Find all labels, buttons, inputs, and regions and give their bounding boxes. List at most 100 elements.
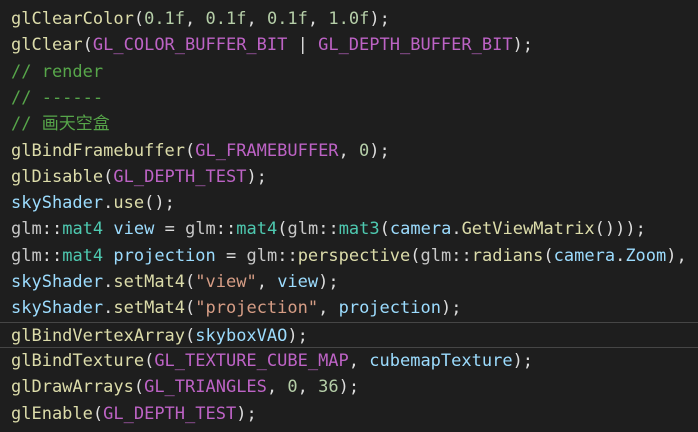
code-token: ); (512, 35, 534, 56)
code-token: (); (144, 193, 175, 214)
code-token: glm (185, 219, 216, 240)
code-token: ( (185, 298, 196, 319)
code-token: glClear (11, 35, 83, 56)
code-token: :: (41, 219, 63, 240)
code-token: ( (185, 140, 196, 161)
code-token: , (185, 9, 206, 29)
code-line[interactable]: // 画天空盒 (0, 111, 698, 137)
code-token: ); (236, 403, 257, 424)
code-token: GetViewMatrix (461, 219, 595, 240)
code-token: :: (277, 245, 298, 266)
code-token: ( (410, 245, 421, 266)
code-token: perspective (297, 245, 411, 266)
code-token: . (103, 298, 114, 319)
code-token: = (215, 245, 247, 266)
code-token: | (287, 35, 319, 56)
code-token: :: (318, 219, 339, 240)
code-token: . (615, 245, 626, 266)
code-token: GL_COLOR_BUFFER_BIT (92, 35, 288, 56)
code-token: glEnable (11, 403, 93, 424)
code-token: ( (379, 219, 390, 240)
code-token: , (318, 298, 339, 319)
code-token: mat4 (236, 219, 278, 240)
code-token: . (451, 219, 462, 240)
code-line[interactable]: glBindTexture(GL_TEXTURE_CUBE_MAP, cubem… (0, 348, 698, 374)
code-token: projection (113, 245, 216, 266)
code-token: ( (185, 272, 196, 292)
code-token: GL_DEPTH_TEST (103, 403, 237, 424)
code-line[interactable]: // ------ (0, 85, 698, 111)
code-token: view (113, 219, 155, 240)
code-token: :: (41, 245, 63, 266)
code-token: mat3 (338, 219, 380, 240)
code-line[interactable]: skyShader.use(); (0, 190, 698, 216)
code-token: glDisable (11, 166, 104, 187)
code-token: ( (133, 9, 145, 29)
code-token: glm (420, 245, 452, 266)
code-token: ); (512, 350, 534, 371)
code-line[interactable]: glEnable(GL_DEPTH_TEST); (0, 401, 698, 427)
code-line[interactable]: // render (0, 59, 698, 85)
code-token: cubemapTexture (369, 350, 513, 371)
code-line[interactable]: glm::mat4 projection = glm::perspective(… (0, 243, 698, 269)
code-line[interactable]: glDrawArrays(GL_TRIANGLES, 0, 36); (0, 374, 698, 400)
code-line[interactable]: glm::mat4 view = glm::mat4(glm::mat3(cam… (0, 216, 698, 242)
code-token: , (307, 9, 329, 29)
code-token: glm (11, 219, 42, 240)
code-line-current[interactable]: glBindVertexArray(skyboxVAO); (0, 321, 698, 348)
code-token: 0 (359, 140, 370, 161)
code-token: 0.1f (266, 9, 308, 29)
code-token: "projection" (195, 298, 319, 319)
code-token: use (113, 193, 145, 214)
code-line[interactable]: glDisable(GL_DEPTH_TEST); (0, 164, 698, 190)
code-token: skyShader (11, 298, 104, 319)
code-token: camera (389, 219, 452, 240)
code-line[interactable]: glClearColor(0.1f, 0.1f, 0.1f, 1.0f); (0, 6, 698, 32)
code-token: ( (103, 166, 114, 187)
code-token: 0 (287, 377, 298, 398)
code-token: 0.1f (205, 9, 247, 29)
code-token: GL_DEPTH_TEST (113, 166, 247, 187)
code-token: ( (277, 219, 288, 240)
code-line[interactable]: glBindFramebuffer(GL_FRAMEBUFFER, 0); (0, 138, 698, 164)
code-token: ); (369, 140, 390, 161)
code-token: glm (246, 245, 278, 266)
code-token: "view" (195, 272, 257, 292)
code-editor[interactable]: glClearColor(0.1f, 0.1f, 0.1f, 1.0f); glC… (0, 0, 698, 432)
code-token: ), (666, 245, 687, 266)
code-token: :: (451, 245, 472, 266)
code-token: skyShader (11, 272, 104, 292)
code-token: camera (553, 245, 616, 266)
code-token: , (266, 377, 288, 398)
code-token: ); (338, 377, 360, 398)
code-token: GL_DEPTH_BUFFER_BIT (318, 35, 513, 56)
code-token: ( (543, 245, 554, 266)
code-token: ); (440, 298, 462, 319)
code-token: glm (11, 245, 42, 266)
code-token: ())); (594, 219, 646, 240)
code-token: 0.1f (144, 9, 186, 29)
code-token: setMat4 (113, 272, 186, 292)
code-token: ( (92, 403, 104, 424)
code-token: ( (185, 325, 196, 346)
code-token: ( (144, 350, 155, 371)
code-token: skyShader (11, 193, 104, 214)
code-token: ); (287, 325, 308, 346)
code-token: . (103, 272, 114, 292)
code-token: GL_TEXTURE_CUBE_MAP (154, 350, 349, 371)
code-line[interactable]: skyShader.setMat4("view", view); (0, 269, 698, 295)
code-line[interactable]: skyShader.setMat4("projection", projecti… (0, 295, 698, 321)
code-token: view (277, 272, 319, 292)
code-line[interactable]: glClear(GL_COLOR_BUFFER_BIT | GL_DEPTH_B… (0, 32, 698, 58)
code-token: glDrawArrays (11, 377, 134, 398)
code-token: , (256, 272, 278, 292)
code-token: glBindTexture (11, 350, 145, 371)
code-token: GL_FRAMEBUFFER (195, 140, 339, 161)
code-token: glBindFramebuffer (11, 140, 185, 161)
code-token: Zoom (625, 245, 667, 266)
code-token: skyboxVAO (195, 325, 288, 346)
code-token: projection (338, 298, 441, 319)
code-token: mat4 (62, 245, 104, 266)
